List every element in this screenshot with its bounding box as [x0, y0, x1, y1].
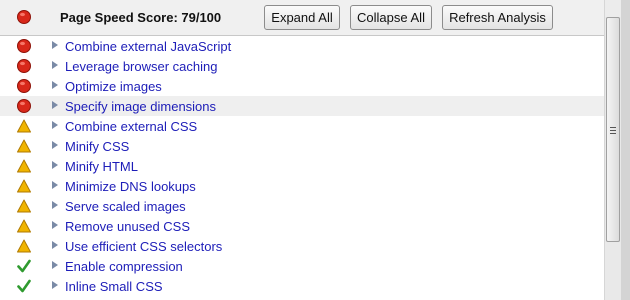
warning-triangle-icon: [17, 179, 31, 193]
expand-arrow-icon[interactable]: [52, 201, 58, 209]
expand-arrow-icon[interactable]: [52, 121, 58, 129]
rule-row[interactable]: Minify HTML: [0, 156, 604, 176]
red-circle-icon: [17, 59, 31, 73]
rule-link[interactable]: Minify HTML: [65, 159, 138, 174]
vertical-scrollbar[interactable]: [604, 0, 621, 300]
refresh-analysis-button[interactable]: Refresh Analysis: [442, 5, 553, 30]
rule-link[interactable]: Enable compression: [65, 259, 183, 274]
warning-triangle-icon: [17, 139, 31, 153]
scrollbar-thumb[interactable]: [606, 17, 620, 242]
rule-row[interactable]: Enable compression: [0, 256, 604, 276]
rule-link[interactable]: Optimize images: [65, 79, 162, 94]
expand-arrow-icon[interactable]: [52, 281, 58, 289]
rule-row[interactable]: Optimize images: [0, 76, 604, 96]
rule-link[interactable]: Remove unused CSS: [65, 219, 190, 234]
expand-arrow-icon[interactable]: [52, 241, 58, 249]
rule-row[interactable]: Specify image dimensions: [0, 96, 604, 116]
rule-row[interactable]: Leverage browser caching: [0, 56, 604, 76]
expand-arrow-icon[interactable]: [52, 61, 58, 69]
rule-link[interactable]: Use efficient CSS selectors: [65, 239, 222, 254]
rule-link[interactable]: Serve scaled images: [65, 199, 186, 214]
window-edge: [621, 0, 630, 300]
warning-triangle-icon: [17, 219, 31, 233]
rule-link[interactable]: Leverage browser caching: [65, 59, 217, 74]
green-check-icon: [17, 259, 31, 273]
rule-link[interactable]: Inline Small CSS: [65, 279, 163, 294]
rule-link[interactable]: Minimize DNS lookups: [65, 179, 196, 194]
rule-row[interactable]: Combine external JavaScript: [0, 36, 604, 56]
rule-list: Combine external JavaScript Leverage brow…: [0, 36, 604, 300]
expand-arrow-icon[interactable]: [52, 221, 58, 229]
rule-link[interactable]: Specify image dimensions: [65, 99, 216, 114]
expand-arrow-icon[interactable]: [52, 181, 58, 189]
expand-arrow-icon[interactable]: [52, 261, 58, 269]
expand-arrow-icon[interactable]: [52, 141, 58, 149]
expand-all-button[interactable]: Expand All: [264, 5, 340, 30]
green-check-icon: [17, 279, 31, 293]
rule-link[interactable]: Minify CSS: [65, 139, 129, 154]
rule-row[interactable]: Remove unused CSS: [0, 216, 604, 236]
expand-arrow-icon[interactable]: [52, 41, 58, 49]
page-speed-score: Page Speed Score: 79/100: [60, 10, 222, 25]
expand-arrow-icon[interactable]: [52, 161, 58, 169]
expand-arrow-icon[interactable]: [52, 81, 58, 89]
warning-triangle-icon: [17, 159, 31, 173]
red-circle-icon: [17, 99, 31, 113]
rule-row[interactable]: Use efficient CSS selectors: [0, 236, 604, 256]
red-circle-icon: [17, 10, 31, 24]
rule-link[interactable]: Combine external JavaScript: [65, 39, 231, 54]
rule-row[interactable]: Minify CSS: [0, 136, 604, 156]
red-circle-icon: [17, 39, 31, 53]
expand-arrow-icon[interactable]: [52, 101, 58, 109]
collapse-all-button[interactable]: Collapse All: [350, 5, 432, 30]
rule-row[interactable]: Combine external CSS: [0, 116, 604, 136]
rule-row[interactable]: Minimize DNS lookups: [0, 176, 604, 196]
red-circle-icon: [17, 79, 31, 93]
score-header: Page Speed Score: 79/100 Expand All Coll…: [0, 0, 604, 36]
warning-triangle-icon: [17, 239, 31, 253]
rule-row[interactable]: Serve scaled images: [0, 196, 604, 216]
grip-icon: [610, 127, 616, 134]
scroll-up-arrow[interactable]: [605, 0, 621, 17]
warning-triangle-icon: [17, 119, 31, 133]
rule-row[interactable]: Inline Small CSS: [0, 276, 604, 296]
warning-triangle-icon: [17, 199, 31, 213]
rule-link[interactable]: Combine external CSS: [65, 119, 197, 134]
